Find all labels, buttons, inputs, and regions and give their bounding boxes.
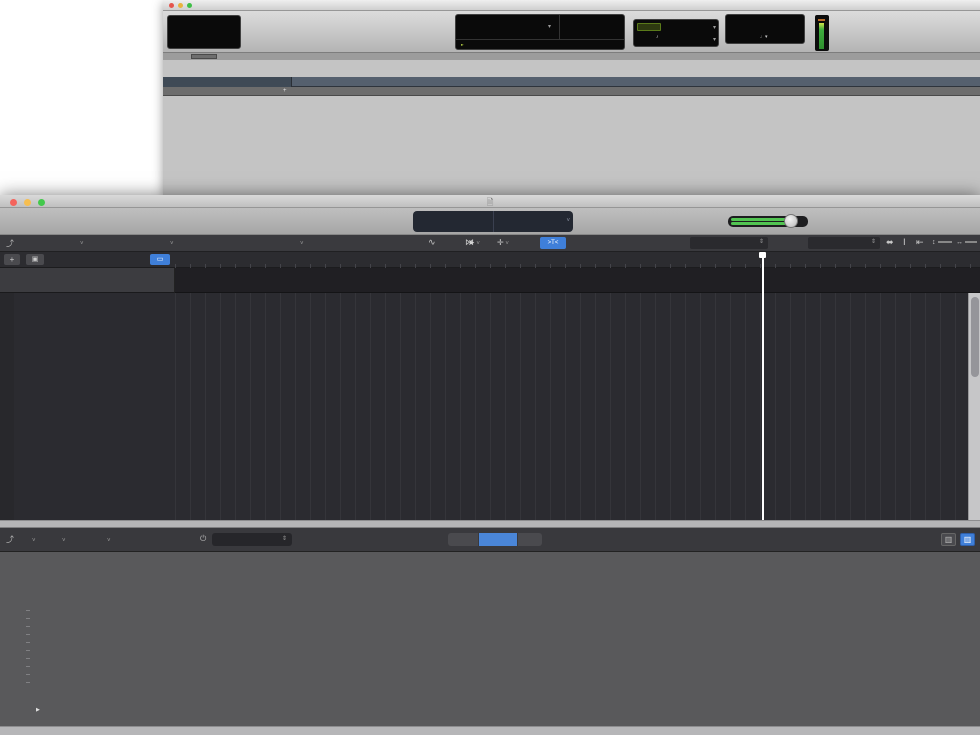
pt-markers-row[interactable]: + <box>163 87 980 96</box>
snap-select[interactable]: ⇕ <box>690 237 768 249</box>
session-panel: ♩▾ <box>725 14 805 44</box>
catch-playhead-icon[interactable]: >T< <box>540 237 566 249</box>
playhead[interactable] <box>762 252 764 520</box>
playhead-handle[interactable] <box>759 252 766 258</box>
master-meter <box>815 15 829 51</box>
protools-edit-window: ▾ ► ▾ ♪ <box>163 0 980 195</box>
pt-gap-strip <box>163 53 980 60</box>
close-icon[interactable] <box>169 3 174 8</box>
mixer-menu-view[interactable]: ˅ <box>107 535 111 544</box>
mixer-menu-options[interactable]: ˅ <box>62 535 66 544</box>
view-all-button[interactable] <box>518 533 542 546</box>
automation-icon[interactable]: ∿ <box>428 237 436 248</box>
logic-titlebar[interactable]: 🗎 <box>0 195 980 208</box>
menu-edit[interactable]: ˅ <box>80 238 84 247</box>
zoom-h-icon[interactable]: ⬌ <box>886 237 894 248</box>
marker-lane-header <box>0 268 175 293</box>
arrangement-track <box>0 268 980 293</box>
mixer-strip-area: ▶ <box>0 552 980 726</box>
zoom-text-icon[interactable]: Ⅰ <box>903 237 906 248</box>
track-headers <box>14 293 175 520</box>
master-volume-slider[interactable] <box>728 216 808 227</box>
edit-mode-panel <box>167 15 241 49</box>
mixer-menu-bar: ⤴ ˅ ˅ ˅ ⏻ ⇕ ▥ ▥ <box>0 528 980 552</box>
zoom-v-slider[interactable]: ↕ <box>932 239 952 246</box>
pane-splitter[interactable] <box>0 520 980 528</box>
cursor-row: ► <box>461 42 464 48</box>
mixer-menu-edit[interactable]: ˅ <box>32 535 36 544</box>
back-icon[interactable]: ⤴ <box>6 238 14 249</box>
bar-ruler[interactable] <box>175 252 980 268</box>
pt-mini-rulers <box>163 60 980 77</box>
add-track-button[interactable]: + <box>4 254 20 265</box>
region-lanes <box>175 293 965 520</box>
grid-toggle[interactable] <box>637 23 661 31</box>
master-scale <box>26 610 30 684</box>
zoom-h-slider[interactable]: ↔ <box>956 239 977 246</box>
meter-right <box>731 222 786 225</box>
logic-control-bar: ˅ <box>0 208 980 235</box>
zoom-fit-icon[interactable]: ⇤ <box>916 237 924 248</box>
arrangement-sections <box>175 268 965 293</box>
meter-fill <box>819 23 824 49</box>
volume-knob[interactable] <box>784 214 798 228</box>
scrollbar-thumb[interactable] <box>971 297 979 377</box>
pointer-tool[interactable]: ➤ ˅ <box>468 238 480 247</box>
minimize-icon[interactable] <box>178 3 183 8</box>
secondary-tool[interactable]: ✛ ˅ <box>497 238 509 247</box>
track-area <box>0 293 980 520</box>
sends-mode-select[interactable]: ⇕ <box>212 533 292 546</box>
window-bottom-edge <box>0 726 980 735</box>
track-toolbar: + ▣ ▭ <box>0 252 980 268</box>
marker-chips <box>299 87 980 96</box>
note-icon: ♪ <box>656 34 659 40</box>
wide-view-icon[interactable]: ▥ <box>960 533 975 546</box>
ruler-ticks <box>299 77 980 87</box>
add-marker-button[interactable]: + <box>283 88 287 94</box>
chevron-down-icon[interactable]: ▾ <box>548 23 551 30</box>
track-number-gutter <box>0 293 14 520</box>
view-tracks-button[interactable] <box>479 533 517 546</box>
quarter-note-icon: ♩▾ <box>760 34 768 40</box>
narrow-view-icon[interactable]: ▥ <box>941 533 956 546</box>
zoom-window-icon[interactable] <box>187 3 192 8</box>
drag-select[interactable]: ⇕ <box>808 237 880 249</box>
divider <box>456 39 624 40</box>
grid-nudge-panel: ▾ ♪ ▾ <box>633 19 719 47</box>
divider <box>559 15 560 39</box>
chevron-down-icon[interactable]: ˅ <box>566 218 570 224</box>
menu-functions[interactable]: ˅ <box>170 238 174 247</box>
logic-main-window: 🗎 ˅ <box>0 195 980 735</box>
power-icon[interactable]: ⏻ <box>200 534 206 544</box>
track-display-mode-button[interactable]: ▭ <box>150 254 170 265</box>
disclosure-icon[interactable]: ▶ <box>36 707 40 713</box>
counter-panel: ▾ ► <box>455 14 625 50</box>
channel-strips <box>38 552 485 726</box>
pt-small-box <box>191 54 217 59</box>
pt-tracks <box>163 96 980 195</box>
lcd-display[interactable]: ˅ <box>413 211 573 232</box>
protools-titlebar[interactable] <box>163 0 980 11</box>
menu-view[interactable]: ˅ <box>300 238 304 247</box>
scrollbar[interactable] <box>968 293 980 520</box>
protools-toolbar: ▾ ► ▾ ♪ <box>163 11 980 53</box>
view-single-button[interactable] <box>448 533 478 546</box>
meter-clip-led <box>818 19 825 21</box>
back-icon[interactable]: ⤴ <box>6 534 14 545</box>
ruler-name <box>163 77 292 87</box>
tracks-menu-bar: ⤴ ˅ ˅ ˅ ∿ ⋈ >T< ➤ ˅ ✛ ˅ ⇕ ⇕ ⬌ Ⅰ ⇤ ↕ ↔ <box>0 235 980 252</box>
pt-bars-ruler[interactable] <box>163 77 980 87</box>
duplicate-track-button[interactable]: ▣ <box>26 254 44 265</box>
